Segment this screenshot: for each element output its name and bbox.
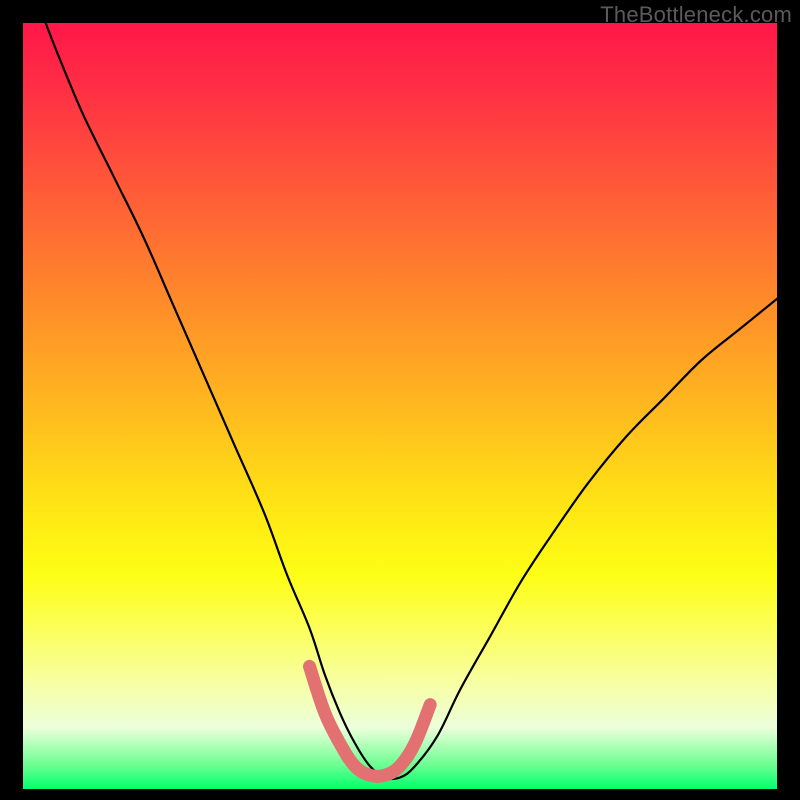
curve-svg (23, 23, 777, 789)
plot-area (23, 23, 777, 789)
chart-frame: TheBottleneck.com (0, 0, 800, 800)
bottleneck-curve-path (46, 23, 777, 779)
watermark-label: TheBottleneck.com (600, 2, 792, 28)
